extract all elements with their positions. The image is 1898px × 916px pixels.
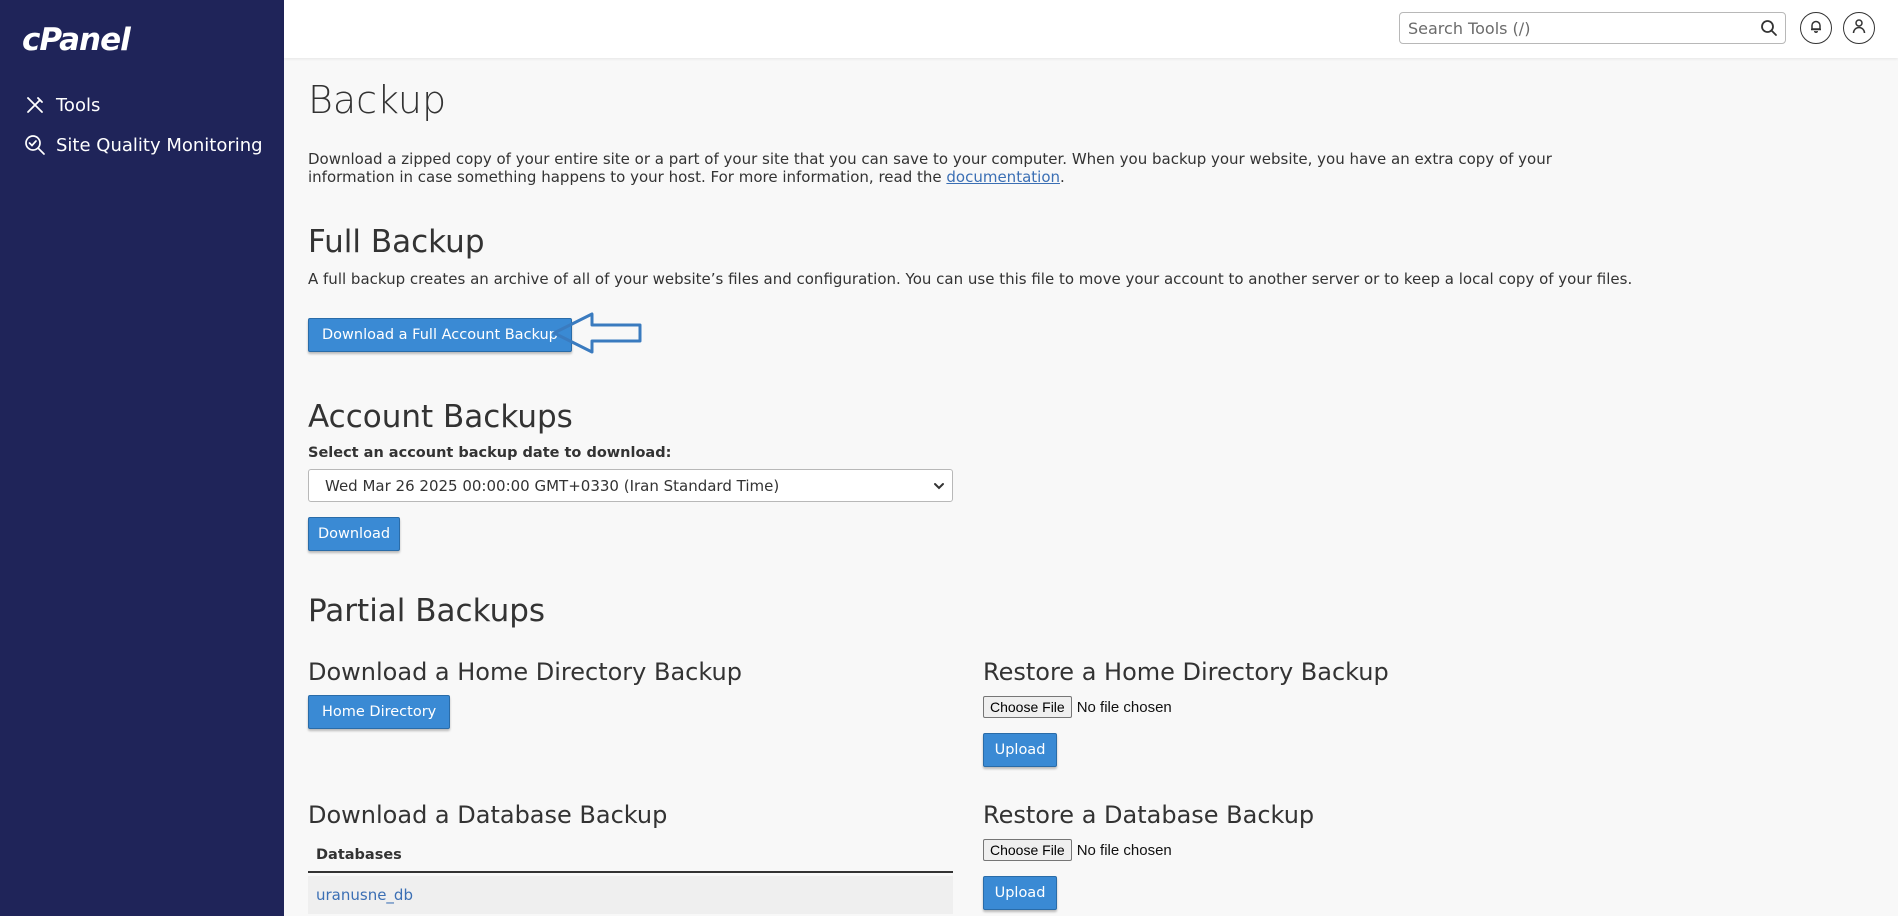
home-restore-heading: Restore a Home Directory Backup xyxy=(983,658,1389,686)
sidebar: cPanel Tools Site Quality Monitoring xyxy=(0,0,284,916)
choose-file-button[interactable]: Choose File xyxy=(983,696,1072,718)
chevron-down-icon xyxy=(932,479,946,497)
choose-file-button[interactable]: Choose File xyxy=(983,839,1072,861)
intro-text: Download a zipped copy of your entire si… xyxy=(308,150,1608,186)
db-restore-file-input: Choose File No file chosen xyxy=(983,839,1172,861)
documentation-link[interactable]: documentation xyxy=(946,168,1060,186)
sidebar-item-tools[interactable]: Tools xyxy=(24,90,100,120)
search-input[interactable] xyxy=(1400,13,1740,43)
download-full-backup-button[interactable]: Download a Full Account Backup xyxy=(308,318,572,352)
no-file-text: No file chosen xyxy=(1076,698,1172,716)
backup-date-value: Wed Mar 26 2025 00:00:00 GMT+0330 (Iran … xyxy=(325,476,780,495)
intro-end: . xyxy=(1060,168,1065,186)
cpanel-logo[interactable]: cPanel xyxy=(22,22,131,58)
intro-paragraph: Download a zipped copy of your entire si… xyxy=(308,150,1552,186)
databases-table-header: Databases xyxy=(308,839,953,873)
tools-icon xyxy=(24,94,46,116)
search-icon[interactable] xyxy=(1760,19,1778,42)
database-link[interactable]: uranusne_db xyxy=(316,886,413,904)
account-backups-heading: Account Backups xyxy=(308,399,573,435)
full-backup-heading: Full Backup xyxy=(308,224,485,260)
arrow-annotation-icon xyxy=(552,310,644,361)
magnifier-check-icon xyxy=(24,134,46,156)
top-bar xyxy=(284,0,1898,58)
table-row: uranusne_db xyxy=(308,876,953,914)
full-backup-description: A full backup creates an archive of all … xyxy=(308,270,1633,288)
home-download-heading: Download a Home Directory Backup xyxy=(308,658,742,686)
home-upload-button[interactable]: Upload xyxy=(983,733,1057,767)
user-menu-button[interactable] xyxy=(1843,12,1875,44)
page-title: Backup xyxy=(308,78,447,122)
sidebar-item-label: Site Quality Monitoring xyxy=(56,134,263,156)
db-download-heading: Download a Database Backup xyxy=(308,801,668,829)
home-restore-file-input: Choose File No file chosen xyxy=(983,696,1172,718)
search-box xyxy=(1399,12,1786,44)
home-directory-button[interactable]: Home Directory xyxy=(308,695,451,729)
partial-backups-heading: Partial Backups xyxy=(308,593,546,629)
bell-icon xyxy=(1809,19,1823,38)
user-icon xyxy=(1851,18,1867,39)
sidebar-item-site-quality-monitoring[interactable]: Site Quality Monitoring xyxy=(24,130,263,160)
db-restore-heading: Restore a Database Backup xyxy=(983,801,1315,829)
backup-date-label: Select an account backup date to downloa… xyxy=(308,445,672,461)
notifications-button[interactable] xyxy=(1800,12,1832,44)
download-account-backup-button[interactable]: Download xyxy=(308,517,400,551)
no-file-text: No file chosen xyxy=(1076,841,1172,859)
sidebar-item-label: Tools xyxy=(56,94,101,116)
backup-date-select[interactable]: Wed Mar 26 2025 00:00:00 GMT+0330 (Iran … xyxy=(308,469,953,502)
db-upload-button[interactable]: Upload xyxy=(983,876,1057,910)
